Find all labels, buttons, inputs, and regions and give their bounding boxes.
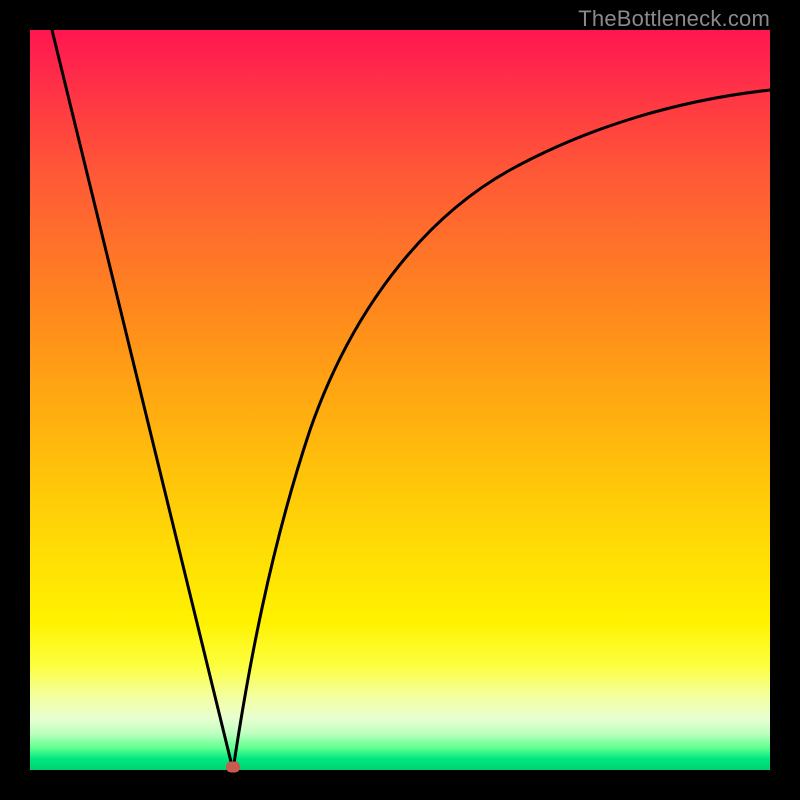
- curve-right-branch: [233, 90, 770, 770]
- chart-frame: TheBottleneck.com: [0, 0, 800, 800]
- bottleneck-curve: [30, 30, 770, 770]
- watermark-text: TheBottleneck.com: [578, 6, 770, 32]
- curve-left-branch: [52, 30, 233, 770]
- minimum-marker: [226, 762, 240, 773]
- plot-area: [30, 30, 770, 770]
